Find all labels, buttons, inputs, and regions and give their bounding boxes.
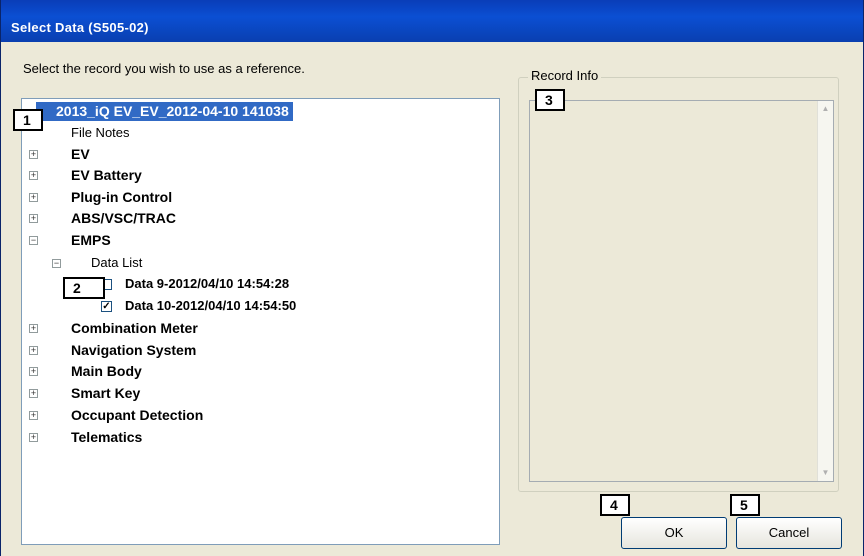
expand-icon[interactable]: + [29,433,38,442]
expand-icon[interactable]: + [29,389,38,398]
tree-group-label: EMPS [71,232,111,248]
tree-group-label: EV [71,146,90,162]
tree-item-data-list[interactable]: − Data List [22,253,422,273]
record-info-legend: Record Info [528,68,602,83]
tree-group-label: Main Body [71,363,142,379]
tree-group-main-body[interactable]: + Main Body [22,361,422,381]
instruction-text: Select the record you wish to use as a r… [23,61,305,76]
tree-group-occupant-detection[interactable]: + Occupant Detection [22,405,422,425]
callout-4: 4 [600,494,630,516]
expand-icon[interactable]: + [29,171,38,180]
cancel-button[interactable]: Cancel [736,517,842,549]
data-list-label: Data List [91,255,143,270]
scroll-up-arrow-icon[interactable]: ▲ [818,101,833,117]
expand-icon[interactable]: + [29,150,38,159]
data-item-label: Data 9-2012/04/10 14:54:28 [125,276,290,291]
tree-group-emps[interactable]: − EMPS [22,230,422,250]
callout-3: 3 [535,89,565,111]
tree-group-ev-battery[interactable]: + EV Battery [22,165,422,185]
expand-icon[interactable]: + [29,346,38,355]
tree-group-label: Navigation System [71,342,197,358]
ok-button[interactable]: OK [621,517,727,549]
callout-1: 1 [13,109,43,131]
collapse-icon[interactable]: − [29,236,38,245]
expand-icon[interactable]: + [29,193,38,202]
title-bar: Select Data (S505-02) [1,0,863,42]
tree-root-row[interactable]: 2013_iQ EV_EV_2012-04-10 141038 [22,101,322,121]
record-info-scrollbar[interactable]: ▲ ▼ [817,101,833,481]
data-item-label: Data 10-2012/04/10 14:54:50 [125,298,297,313]
tree-group-label: Telematics [71,429,143,445]
callout-2: 2 [63,277,105,299]
record-info-textbox[interactable]: ▲ ▼ [529,100,834,482]
tree-group-label: Plug-in Control [71,189,173,205]
tree-group-navigation-system[interactable]: + Navigation System [22,340,422,360]
tree-group-label: EV Battery [71,167,142,183]
tree-group-label: Smart Key [71,385,141,401]
tree-item-data-10[interactable]: ✓ Data 10-2012/04/10 14:54:50 [22,296,482,316]
tree-root-label[interactable]: 2013_iQ EV_EV_2012-04-10 141038 [36,102,293,121]
expand-icon[interactable]: + [29,324,38,333]
callout-5: 5 [730,494,760,516]
file-notes-label: File Notes [71,125,130,140]
tree-group-telematics[interactable]: + Telematics [22,427,422,447]
tree-group-label: Occupant Detection [71,407,204,423]
data-10-checkbox[interactable]: ✓ [101,301,112,312]
tree-group-label: Combination Meter [71,320,198,336]
scroll-down-arrow-icon[interactable]: ▼ [818,465,833,481]
tree-group-smart-key[interactable]: + Smart Key [22,383,422,403]
dialog-window: Select Data (S505-02) Select the record … [0,0,864,556]
tree-group-label: ABS/VSC/TRAC [71,210,177,226]
tree-group-ev[interactable]: + EV [22,144,422,164]
collapse-icon[interactable]: − [52,259,61,268]
expand-icon[interactable]: + [29,411,38,420]
tree-group-plug-in-control[interactable]: + Plug-in Control [22,187,422,207]
tree-group-abs-vsc-trac[interactable]: + ABS/VSC/TRAC [22,208,422,228]
record-tree[interactable]: 2013_iQ EV_EV_2012-04-10 141038 File Not… [21,98,500,545]
expand-icon[interactable]: + [29,214,38,223]
expand-icon[interactable]: + [29,367,38,376]
tree-group-combination-meter[interactable]: + Combination Meter [22,318,422,338]
